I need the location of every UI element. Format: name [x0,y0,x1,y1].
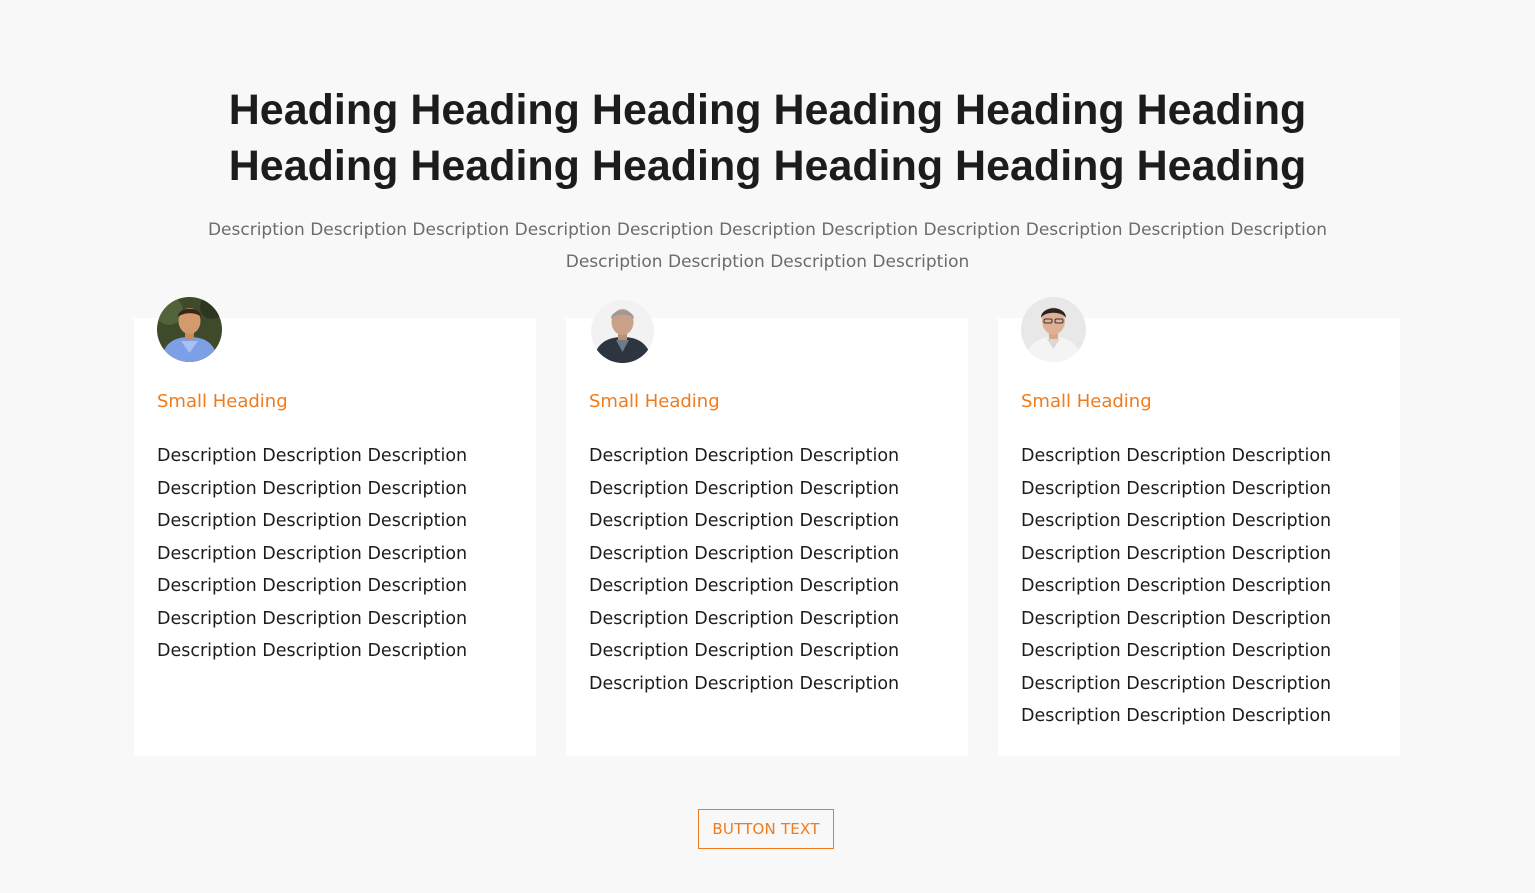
card-description-line: Description Description Description [1021,446,1332,466]
card-description: Description Description Description Desc… [589,440,944,700]
avatar-image [157,297,222,362]
avatar [157,297,222,362]
card-description-line: Description Description Description [157,641,468,661]
card-description-line: Description Description Description [1021,511,1332,531]
cta-button[interactable]: BUTTON TEXT [698,809,834,849]
card: Small Heading Description Description De… [998,297,1400,756]
card-description: Description Description Description Desc… [1021,440,1376,733]
avatar [591,300,654,363]
card-heading: Small Heading [1021,391,1152,412]
card-description-line: Description Description Description [589,511,900,531]
card-description-line: Description Description Description [589,673,900,694]
card-description-line: Description Description Description [589,478,900,499]
card-description-line: Description Description Description [589,543,900,564]
card-description-line: Description Description Description [589,608,900,629]
card-description-line: Description Description Description [589,446,900,466]
card-description-line: Description Description Description [1021,641,1332,661]
cards-row: Small Heading Description Description De… [134,297,1400,756]
card-description-line: Description Description Description [1021,543,1332,564]
card-description-line: Description Description Description [1021,576,1332,596]
card-heading: Small Heading [157,391,288,412]
card-description-line: Description Description Description [1021,608,1332,629]
avatar-image [1021,297,1086,362]
card-description: Description Description Description Desc… [157,440,512,668]
card-description-line: Description Description Description [1021,478,1332,499]
avatar-image [591,300,654,363]
card-description-line: Description Description Description [157,543,468,564]
section-description: Description Description Description Desc… [207,220,1328,272]
card-description-line: Description Description Description [157,478,468,499]
card-heading: Small Heading [589,391,720,412]
card-description-line: Description Description Description [589,576,900,596]
card-description-line: Description Description Description [157,608,468,629]
card: Small Heading Description Description De… [566,300,968,756]
card-description-line: Description Description Description [1021,706,1332,726]
card: Small Heading Description Description De… [134,297,536,756]
card-description-line: Description Description Description [157,511,468,531]
card-description-line: Description Description Description [1021,673,1332,694]
card-description-line: Description Description Description [589,641,900,661]
section-heading: Heading Heading Heading Heading Heading … [228,86,1307,190]
avatar [1021,297,1086,362]
card-description-line: Description Description Description [157,576,468,596]
card-description-line: Description Description Description [157,446,468,466]
testimonials-section: Heading Heading Heading Heading Heading … [0,0,1535,893]
